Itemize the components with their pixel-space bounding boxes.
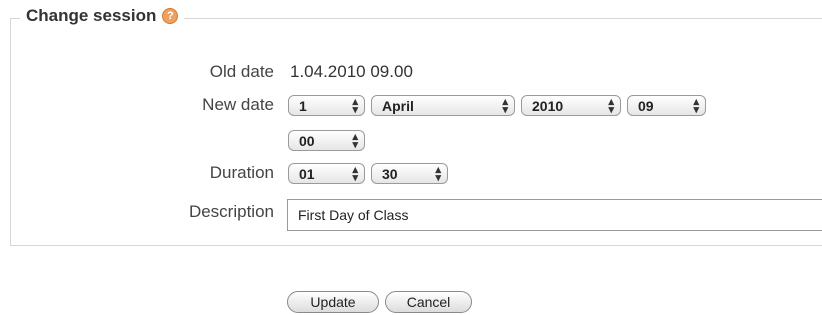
duration-hours-select[interactable]: 01 ▴ ▾: [288, 163, 365, 184]
cancel-button[interactable]: Cancel: [385, 291, 472, 313]
day-value: 1: [299, 97, 307, 114]
new-date-month-select[interactable]: April ▴ ▾: [371, 95, 515, 116]
duration-label: Duration: [209, 163, 274, 182]
minute-value: 00: [299, 132, 315, 149]
help-icon[interactable]: ?: [162, 8, 179, 24]
select-arrows-icon: ▴ ▾: [693, 95, 699, 116]
new-date-year-select[interactable]: 2010 ▴ ▾: [521, 95, 621, 116]
select-arrows-icon: ▴ ▾: [608, 95, 614, 116]
select-arrows-icon: ▴ ▾: [352, 95, 358, 116]
description-input[interactable]: [287, 199, 822, 231]
duration-hours-value: 01: [299, 165, 315, 182]
select-arrows-icon: ▴ ▾: [502, 95, 508, 116]
duration-minutes-select[interactable]: 30 ▴ ▾: [371, 163, 448, 184]
new-date-label: New date: [202, 95, 274, 114]
update-button[interactable]: Update: [287, 291, 379, 313]
select-arrows-icon: ▴ ▾: [352, 130, 358, 151]
select-arrows-icon: ▴ ▾: [352, 163, 358, 184]
description-label: Description: [188, 202, 274, 221]
new-date-minute-select[interactable]: 00 ▴ ▾: [288, 130, 365, 151]
select-arrows-icon: ▴ ▾: [435, 163, 441, 184]
duration-minutes-value: 30: [382, 165, 398, 182]
hour-value: 09: [638, 97, 654, 114]
legend-title: Change session: [26, 6, 157, 25]
old-date-value: 1.04.2010 09.00: [290, 62, 413, 81]
month-value: April: [382, 97, 414, 114]
new-date-day-select[interactable]: 1 ▴ ▾: [288, 95, 365, 116]
new-date-hour-select[interactable]: 09 ▴ ▾: [627, 95, 706, 116]
old-date-label: Old date: [209, 62, 274, 81]
year-value: 2010: [532, 97, 564, 114]
fieldset-legend: Change session ?: [20, 6, 185, 26]
